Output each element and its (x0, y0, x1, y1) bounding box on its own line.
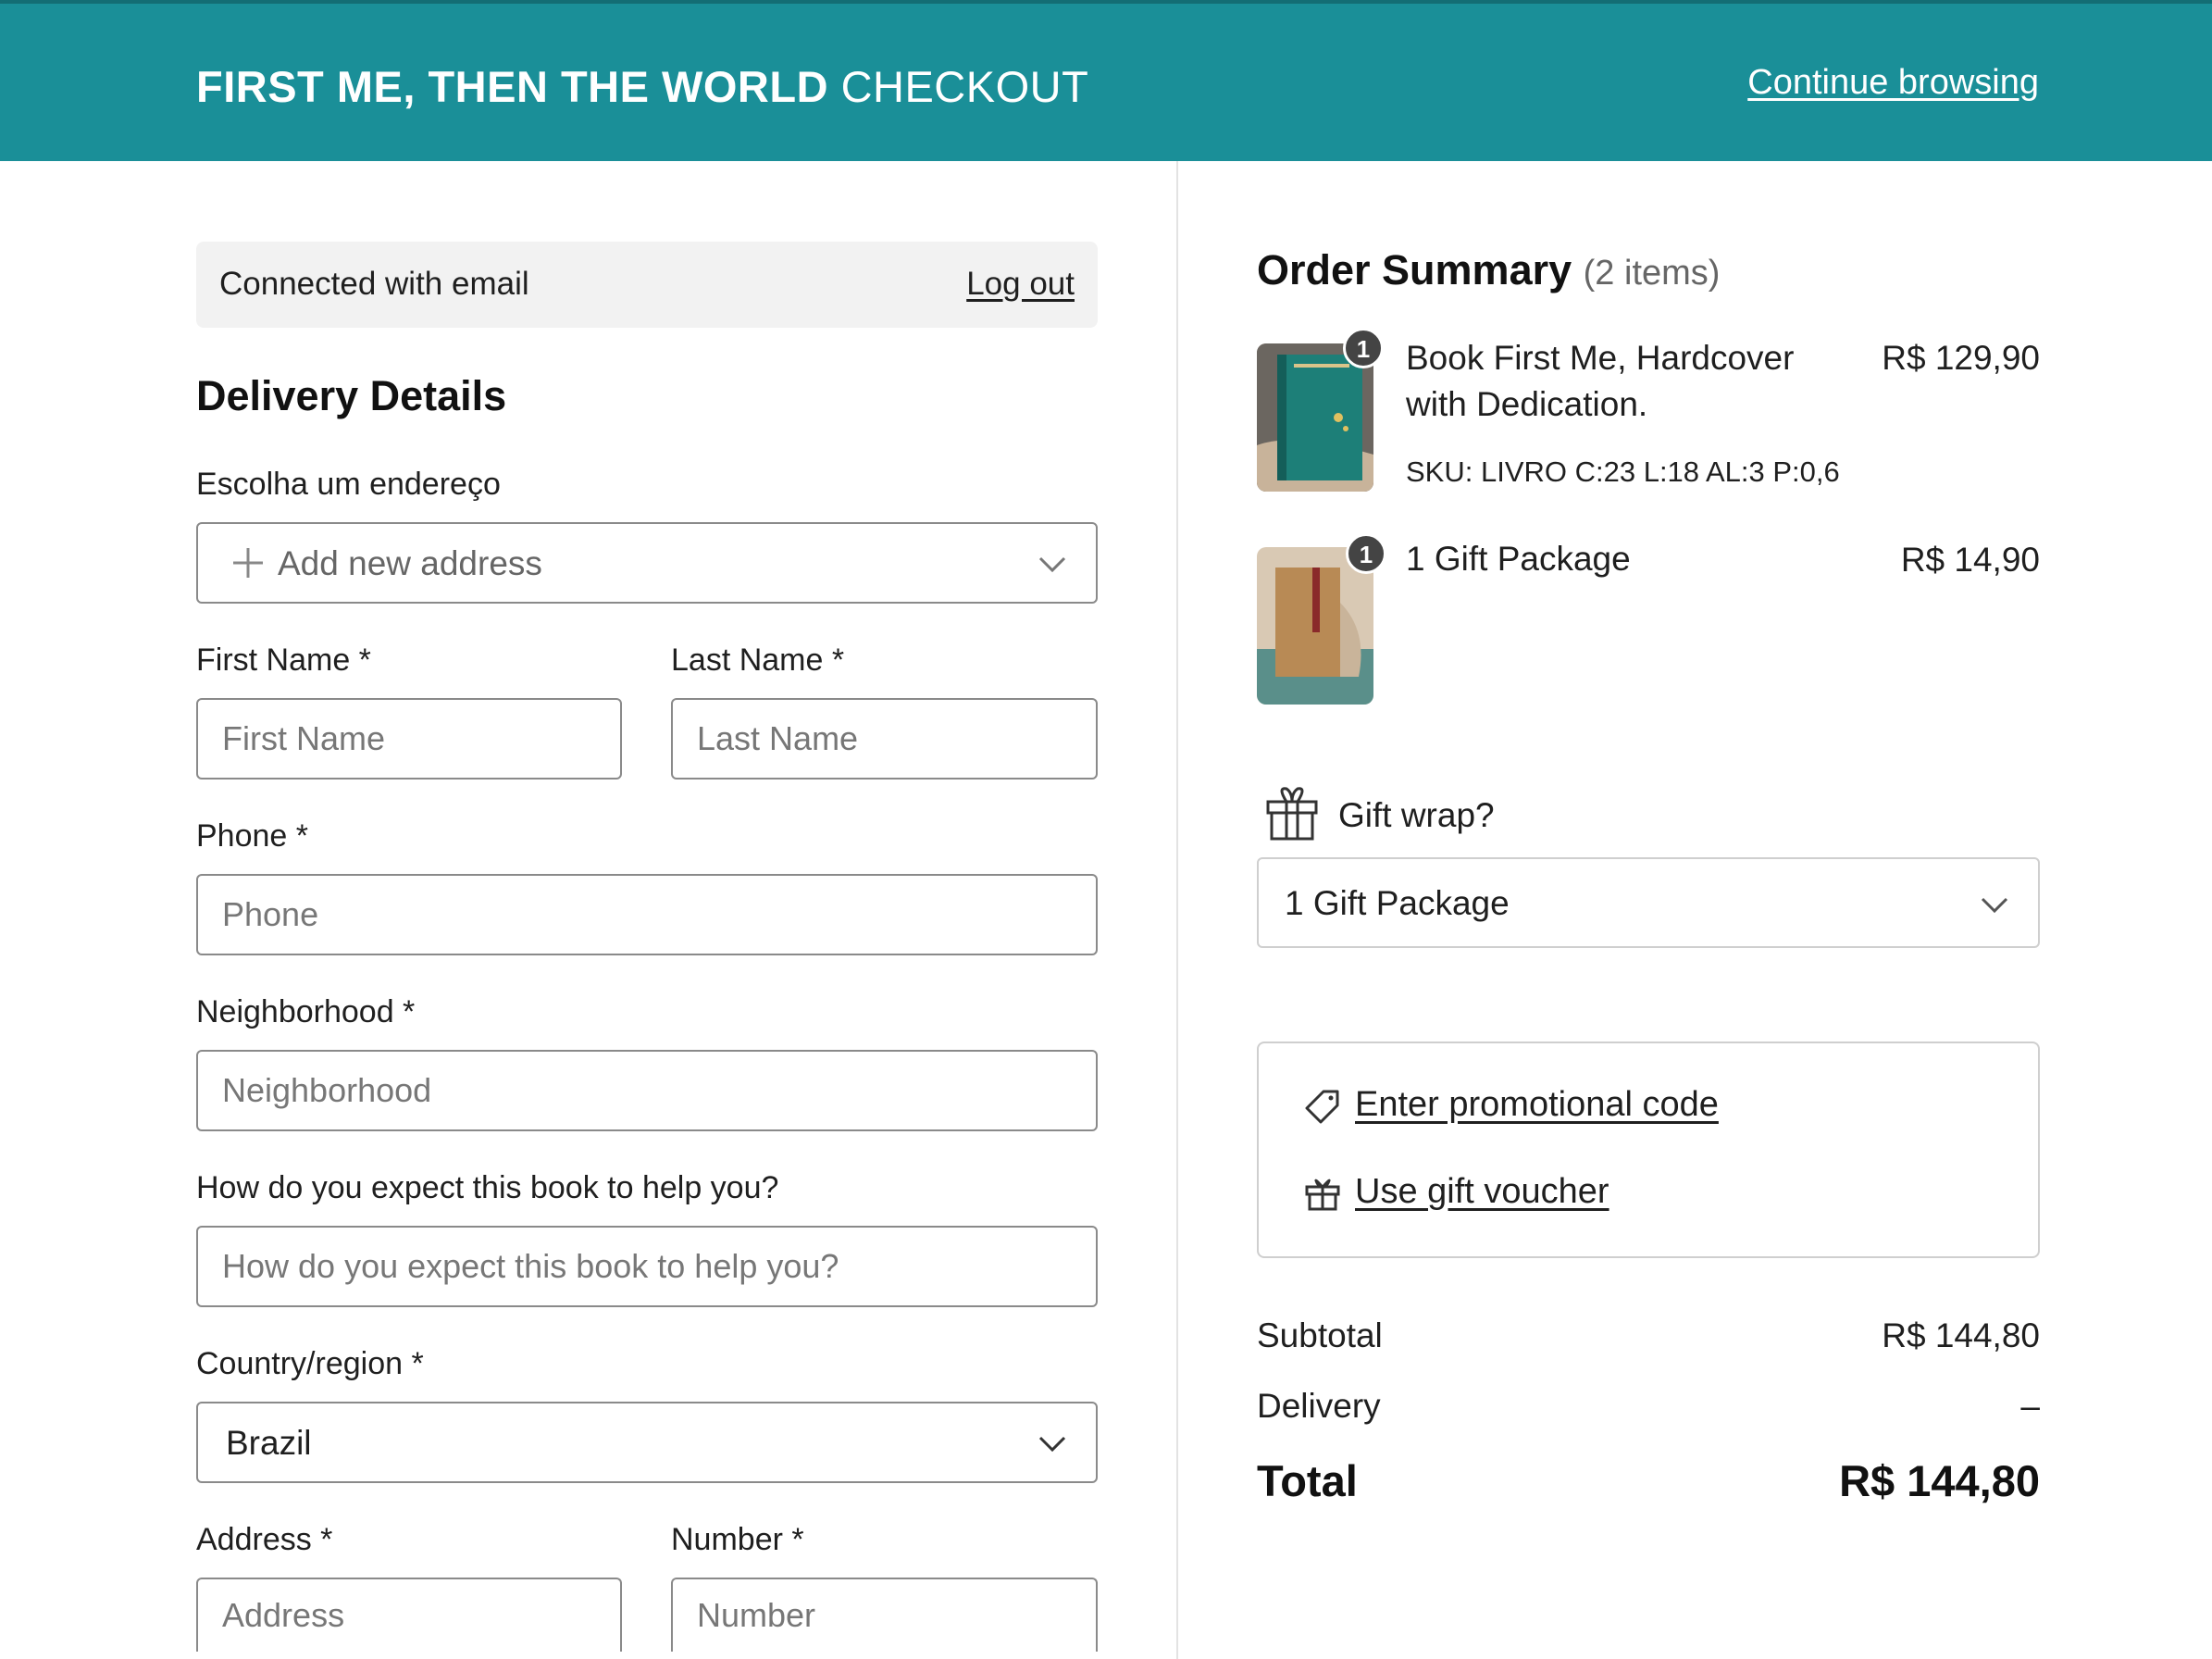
gift-icon (1266, 787, 1318, 841)
neighborhood-label: Neighborhood * (196, 994, 416, 1029)
last-name-field (671, 698, 1098, 780)
item-price: R$ 14,90 (1900, 541, 2040, 579)
address-choice-select[interactable]: Add new address (196, 522, 1098, 604)
address-input[interactable] (198, 1579, 620, 1652)
item-quantity-badge: 1 (1346, 533, 1386, 574)
country-value: Brazil (226, 1424, 312, 1462)
gift-wrap-label: Gift wrap? (1338, 796, 1495, 834)
item-sku: SKU: LIVRO C:23 L:18 AL:3 P:0,6 (1406, 455, 1840, 488)
chevron-down-icon (1038, 556, 1066, 573)
country-select[interactable]: Brazil (196, 1402, 1098, 1483)
checkout-header: FIRST ME, THEN THE WORLD CHECKOUT Contin… (0, 0, 2212, 161)
number-label: Number * (671, 1522, 804, 1557)
first-name-input[interactable] (198, 700, 620, 778)
total-label: Total (1257, 1456, 1358, 1505)
tag-icon (1305, 1090, 1339, 1124)
phone-input[interactable] (198, 876, 1096, 954)
last-name-input[interactable] (673, 700, 1096, 778)
address-field (196, 1578, 622, 1652)
expectation-field (196, 1226, 1098, 1307)
column-divider (1176, 161, 1178, 1659)
delivery-value: – (2020, 1387, 2040, 1425)
chevron-down-icon (1981, 897, 2008, 914)
account-banner: Connected with email Log out (196, 242, 1098, 328)
expectation-input[interactable] (198, 1228, 1096, 1305)
expectation-label: How do you expect this book to help you? (196, 1170, 779, 1205)
checkout-label: CHECKOUT (840, 62, 1089, 111)
subtotal-label: Subtotal (1257, 1316, 1383, 1354)
phone-label: Phone * (196, 818, 308, 854)
item-quantity-badge: 1 (1343, 328, 1384, 368)
delivery-title: Delivery Details (196, 372, 507, 419)
item-name: Book First Me, Hardcover with Dedication… (1406, 339, 1795, 423)
order-summary-title: Order Summary (2 items) (1257, 246, 1720, 294)
summary-title-text: Order Summary (1257, 246, 1572, 293)
address-choice-label: Escolha um endereço (196, 467, 501, 502)
continue-browsing-link[interactable]: Continue browsing (1747, 63, 2039, 103)
plus-icon (233, 548, 263, 578)
item-price: R$ 129,90 (1882, 339, 2040, 377)
item-count: (2 items) (1583, 254, 1721, 293)
promo-box: Enter promotional code Use gift voucher (1257, 1042, 2040, 1258)
last-name-label: Last Name * (671, 642, 845, 678)
address-label: Address * (196, 1522, 333, 1557)
neighborhood-field (196, 1050, 1098, 1131)
neighborhood-input[interactable] (198, 1052, 1096, 1129)
item-name: 1 Gift Package (1406, 540, 1631, 578)
gift-voucher-label: Use gift voucher (1355, 1172, 1609, 1211)
connected-text: Connected with email (219, 266, 529, 302)
first-name-field (196, 698, 622, 780)
phone-field (196, 874, 1098, 955)
brand-name: FIRST ME, THEN THE WORLD (196, 62, 829, 111)
delivery-label: Delivery (1257, 1387, 1381, 1425)
number-field (671, 1578, 1098, 1652)
first-name-label: First Name * (196, 642, 371, 678)
subtotal-value: R$ 144,80 (1882, 1316, 2040, 1354)
brand-title: FIRST ME, THEN THE WORLD CHECKOUT (196, 61, 1088, 112)
country-label: Country/region * (196, 1346, 424, 1381)
promo-code-label: Enter promotional code (1355, 1085, 1719, 1124)
address-choice-value: Add new address (278, 544, 542, 582)
total-value: R$ 144,80 (1839, 1456, 2040, 1505)
logout-link[interactable]: Log out (966, 266, 1075, 303)
gift-wrap-value: 1 Gift Package (1285, 884, 1510, 922)
chevron-down-icon (1038, 1436, 1066, 1453)
number-input[interactable] (673, 1579, 1096, 1652)
gift-voucher-icon (1305, 1179, 1340, 1211)
gift-wrap-select[interactable]: 1 Gift Package (1257, 857, 2040, 948)
